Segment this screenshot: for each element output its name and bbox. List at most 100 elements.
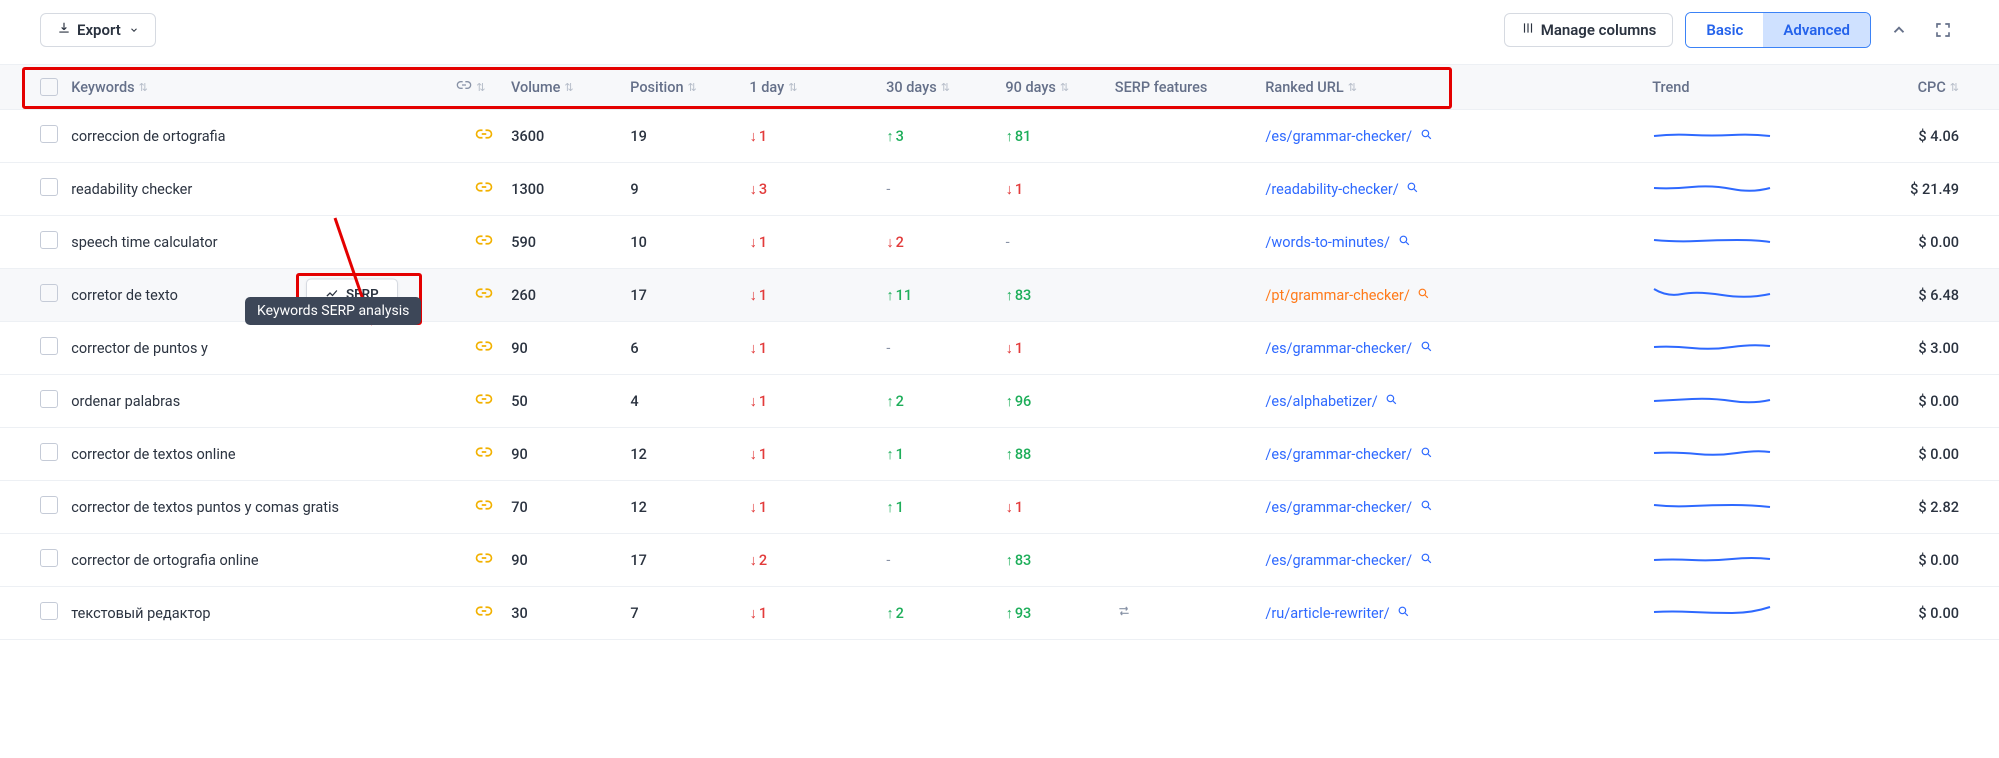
col-90days[interactable]: 90 days⇅ [1005,79,1114,96]
position-cell: 19 [630,128,749,145]
arrow-down-icon: ↓ [750,605,757,622]
volume-cell: 260 [511,287,630,304]
search-icon[interactable] [1420,128,1433,145]
delta-down: ↓1 [750,287,768,304]
d90-cell: ↑93 [1006,605,1115,622]
arrow-down-icon: ↓ [750,181,757,198]
select-all-checkbox[interactable] [40,78,58,96]
keyword-cell[interactable]: текстовый редактор [71,605,456,622]
delta-dash: - [886,340,890,357]
search-icon[interactable] [1420,340,1433,357]
d30-cell: ↑3 [886,128,1005,145]
d90-cell: - [1006,234,1115,251]
position-cell: 7 [630,605,749,622]
col-linktype: ⇅ [456,77,511,97]
position-cell: 4 [630,393,749,410]
col-ranked-url-label: Ranked URL [1265,79,1343,96]
col-ranked-url[interactable]: Ranked URL⇅ [1265,79,1652,96]
ranked-url-cell[interactable]: /es/grammar-checker/ [1265,499,1652,516]
table-row: ordenar palabras504↓1↑2↑96/es/alphabetiz… [0,375,1999,428]
keyword-cell[interactable]: corrector de puntos y [71,340,456,357]
row-checkbox[interactable] [40,443,58,461]
search-icon[interactable] [1417,287,1430,304]
sort-icon: ⇅ [476,81,485,94]
cpc-cell: $ 3.00 [1881,340,1959,357]
d30-cell: ↑11 [886,287,1005,304]
manage-columns-label: Manage columns [1541,21,1657,39]
row-checkbox[interactable] [40,178,58,196]
keyword-cell[interactable]: correccion de ortografia [71,128,456,145]
search-icon[interactable] [1420,552,1433,569]
d1-cell: ↓3 [750,181,887,198]
keyword-cell[interactable]: corrector de textos puntos y comas grati… [71,499,456,516]
ranked-url-cell[interactable]: /es/grammar-checker/ [1265,128,1652,145]
d90-cell: ↓1 [1006,181,1115,198]
table-header: Keywords⇅ ⇅ Volume⇅ Position⇅ 1 day⇅ 30 … [0,64,1999,110]
ranked-url-cell[interactable]: /readability-checker/ [1265,181,1652,198]
delta-dash: - [1006,234,1010,251]
search-icon[interactable] [1385,393,1398,410]
keyword-cell[interactable]: speech time calculator [71,234,456,251]
ranked-url-cell[interactable]: /pt/grammar-checker/ [1265,287,1652,304]
basic-toggle[interactable]: Basic [1686,13,1763,47]
arrow-down-icon: ↓ [750,234,757,251]
delta-down: ↓2 [750,552,768,569]
keyword-cell[interactable]: ordenar palabras [71,393,456,410]
position-cell: 12 [630,446,749,463]
row-checkbox[interactable] [40,125,58,143]
ranked-url-cell[interactable]: /es/grammar-checker/ [1265,340,1652,357]
link-icon [457,284,512,306]
ranked-url-cell[interactable]: /ru/article-rewriter/ [1265,605,1652,622]
keyword-cell[interactable]: corrector de ortografia online [71,552,456,569]
col-position[interactable]: Position⇅ [630,79,749,96]
cpc-cell: $ 4.06 [1881,128,1959,145]
row-checkbox[interactable] [40,549,58,567]
col-1day[interactable]: 1 day⇅ [749,79,886,96]
arrow-up-icon: ↑ [886,128,893,145]
ranked-url-cell[interactable]: /words-to-minutes/ [1265,234,1652,251]
col-cpc[interactable]: CPC⇅ [1881,79,1959,96]
col-volume[interactable]: Volume⇅ [511,79,630,96]
cpc-cell: $ 0.00 [1881,446,1959,463]
search-icon[interactable] [1420,499,1433,516]
cpc-cell: $ 0.00 [1881,393,1959,410]
arrow-down-icon: ↓ [750,287,757,304]
sort-icon: ⇅ [139,81,148,94]
search-icon[interactable] [1397,605,1410,622]
volume-cell: 90 [511,552,630,569]
volume-cell: 90 [511,446,630,463]
col-serp-features[interactable]: SERP features [1115,79,1265,96]
ranked-url-cell[interactable]: /es/alphabetizer/ [1265,393,1652,410]
manage-columns-button[interactable]: Manage columns [1504,13,1674,47]
delta-up: ↑96 [1006,393,1032,410]
sort-icon: ⇅ [688,81,697,94]
row-checkbox[interactable] [40,231,58,249]
col-keywords[interactable]: Keywords⇅ [71,79,456,96]
row-checkbox[interactable] [40,390,58,408]
delta-down: ↓1 [750,340,768,357]
arrow-up-icon: ↑ [886,605,893,622]
collapse-button[interactable] [1883,14,1915,46]
row-checkbox[interactable] [40,496,58,514]
link-icon [457,496,512,518]
ranked-url-cell[interactable]: /es/grammar-checker/ [1265,552,1652,569]
col-serp-features-label: SERP features [1115,79,1208,96]
row-checkbox[interactable] [40,337,58,355]
keyword-cell[interactable]: readability checker [71,181,456,198]
arrow-up-icon: ↑ [1006,128,1013,145]
col-volume-label: Volume [511,79,560,96]
row-checkbox[interactable] [40,602,58,620]
ranked-url-cell[interactable]: /es/grammar-checker/ [1265,446,1652,463]
fullscreen-button[interactable] [1927,14,1959,46]
search-icon[interactable] [1398,234,1411,251]
search-icon[interactable] [1420,446,1433,463]
row-checkbox[interactable] [40,284,58,302]
d1-cell: ↓1 [750,605,887,622]
col-30days[interactable]: 30 days⇅ [886,79,1005,96]
keyword-cell[interactable]: corrector de textos online [71,446,456,463]
advanced-toggle[interactable]: Advanced [1763,13,1870,47]
search-icon[interactable] [1406,181,1419,198]
arrow-up-icon: ↑ [1006,446,1013,463]
arrow-up-icon: ↑ [1006,605,1013,622]
export-button[interactable]: Export [40,13,156,47]
